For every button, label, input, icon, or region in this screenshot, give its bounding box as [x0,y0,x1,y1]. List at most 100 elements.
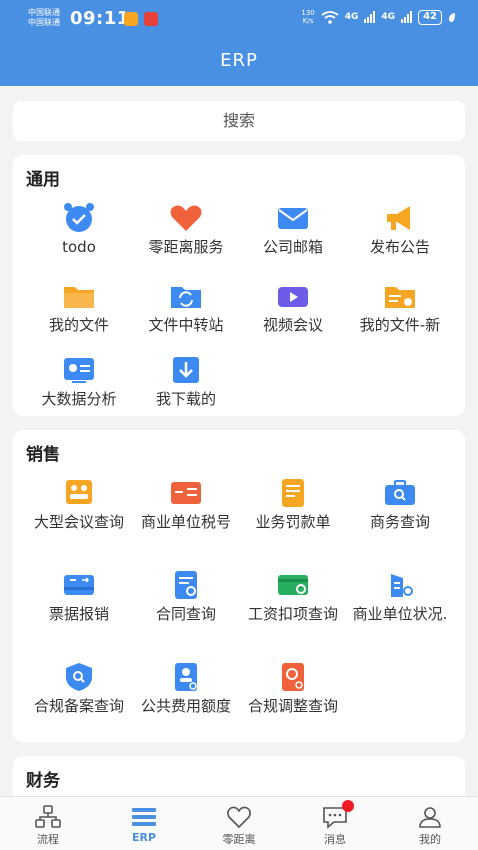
tab-mine[interactable]: 我的 [382,797,478,850]
leaf-icon [449,12,455,22]
document-icon [282,479,304,507]
video-camera-icon [278,287,308,307]
tab-zero-distance[interactable]: 零距离 [191,797,287,850]
app-business-query[interactable]: 商务查询 [346,478,454,531]
app-label: todo [62,238,96,256]
battery-icon: 42 [418,9,442,25]
app-label: 公共费用额度 [140,697,231,715]
flow-chart-icon [35,805,61,828]
folder-user-icon [385,287,415,308]
app-business-fine[interactable]: 业务罚款单 [239,478,347,531]
app-label: 零距离服务 [148,238,224,256]
notification-app-icon [124,12,138,26]
app-big-data-analysis[interactable]: 大数据分析 [25,355,133,408]
message-badge [342,800,354,812]
app-label: 我下载的 [155,390,216,408]
shield-search-icon [66,663,92,691]
app-todo[interactable]: todo [25,203,133,256]
tax-icon [171,482,201,504]
briefcase-search-icon [385,480,415,505]
app-my-files[interactable]: 我的文件 [25,281,133,334]
app-label: 大型会议查询 [33,513,124,531]
app-label: 合规调整查询 [247,697,338,715]
user-icon [419,807,441,828]
folder-icon [64,287,94,308]
megaphone-icon [387,206,410,230]
app-label: 公司邮箱 [262,238,323,256]
app-label: 商务查询 [369,513,430,531]
tab-messages[interactable]: 消息 [287,797,383,850]
section-sales: 销售 大型会议查询 商业单位税号 业务罚款单 商务查询 票据报销 合同查询 工资… [13,430,465,742]
signal-bars-icon [364,11,376,23]
status-indicators: 130 K/s 4G 4G 42 [301,9,456,25]
app-label: 业务罚款单 [255,513,331,531]
app-compliance-record-query[interactable]: 合规备案查询 [25,662,133,715]
app-receipt-reimbursement[interactable]: 票据报销 [25,570,133,623]
app-label: 我的文件-新 [359,316,441,334]
signal-type-2: 4G [381,12,396,22]
net-speed: 130 K/s [301,9,314,25]
page-title: ERP [220,50,258,71]
contract-search-icon [175,571,197,599]
app-zero-distance-service[interactable]: 零距离服务 [132,203,240,256]
heart-icon [170,205,202,231]
tab-label: 零距离 [222,833,256,846]
tab-erp[interactable]: ERP [96,797,192,850]
status-time: 09:11 [70,8,130,29]
building-search-icon [391,574,413,597]
app-label: 商业单位税号 [140,513,231,531]
app-publish-notice[interactable]: 发布公告 [346,203,454,256]
app-label: 大数据分析 [41,390,117,408]
app-label: 工资扣项查询 [247,605,338,623]
app-my-files-new[interactable]: 我的文件-新 [346,281,454,334]
dashboard-icon [64,358,94,383]
money-search-icon [282,663,304,691]
app-label: 合规备案查询 [33,697,124,715]
app-label: 发布公告 [369,238,430,256]
section-title: 销售 [26,445,60,465]
section-title: 财务 [26,771,60,791]
wifi-icon [321,10,339,24]
notification-app-icon-2 [144,12,158,26]
search-bar[interactable]: 搜索 [13,101,465,141]
carrier-2: 中国联通 [28,18,60,27]
heart-outline-icon [227,806,251,829]
tab-label: 消息 [324,833,346,846]
app-contract-query[interactable]: 合同查询 [132,570,240,623]
status-bar: 中国联通 中国联通 09:11 130 K/s 4G 4G 42 [0,0,478,38]
meeting-icon [66,480,92,504]
section-title: 通用 [26,170,60,190]
carrier-info: 中国联通 中国联通 [28,8,60,28]
tab-label: ERP [131,831,157,844]
app-large-meeting-query[interactable]: 大型会议查询 [25,478,133,531]
app-company-mail[interactable]: 公司邮箱 [239,203,347,256]
app-compliance-adjust-query[interactable]: 合规调整查询 [239,662,347,715]
net-speed-value: 130 [301,9,315,17]
tab-label: 我的 [419,833,441,846]
signal-type-1: 4G [344,12,359,22]
app-public-expense-quota[interactable]: 公共费用额度 [132,662,240,715]
menu-icon [132,808,156,826]
app-label: 我的文件 [48,316,109,334]
app-label: 商业单位状况. [352,605,448,623]
app-header: 中国联通 中国联通 09:11 130 K/s 4G 4G 42 ERP [0,0,478,86]
folder-sync-icon [171,287,201,308]
mail-icon [278,208,308,229]
section-general: 通用 todo 零距离服务 公司邮箱 发布公告 我的文件 文件中转站 视频会议 … [13,155,465,416]
app-business-unit-tax-id[interactable]: 商业单位税号 [132,478,240,531]
id-search-icon [175,663,197,691]
app-my-downloads[interactable]: 我下载的 [132,355,240,408]
app-business-unit-status[interactable]: 商业单位状况. [346,570,454,623]
app-video-meeting[interactable]: 视频会议 [239,281,347,334]
bottom-tab-bar: 流程 ERP 零距离 消息 我的 [0,796,478,850]
app-label: 合同查询 [155,605,216,623]
tab-label: 流程 [37,833,59,846]
alarm-clock-icon [64,203,94,232]
download-icon [173,357,199,383]
net-speed-unit: K/s [302,17,314,25]
carrier-1: 中国联通 [28,8,60,17]
app-file-transfer[interactable]: 文件中转站 [132,281,240,334]
app-salary-deduction-query[interactable]: 工资扣项查询 [239,570,347,623]
tab-flow[interactable]: 流程 [0,797,96,850]
signal-bars-icon-2 [401,11,413,23]
